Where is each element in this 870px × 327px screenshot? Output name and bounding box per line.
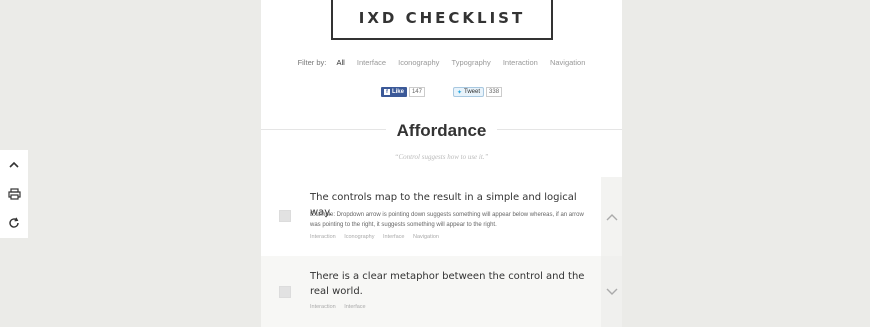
refresh-icon (9, 217, 19, 229)
item-checkbox[interactable] (279, 210, 291, 222)
filter-interface[interactable]: Interface (357, 58, 386, 67)
print-button[interactable] (0, 179, 28, 208)
item-tags: Interaction Iconography Interface Naviga… (310, 234, 446, 240)
expand-toggle[interactable] (601, 256, 622, 327)
reset-button[interactable] (0, 209, 28, 238)
checklist-item[interactable]: The controls map to the result in a simp… (261, 177, 622, 256)
facebook-like-label: Like (391, 89, 404, 95)
item-checkbox[interactable] (279, 286, 291, 298)
logo-text: IXD CHECKLIST (358, 9, 526, 27)
chevron-up-icon (606, 213, 617, 220)
tag[interactable]: Iconography (344, 234, 374, 240)
side-toolbar (0, 150, 28, 238)
collapse-toggle[interactable] (601, 177, 622, 256)
checklist-item[interactable]: There is a clear metaphor between the co… (261, 256, 622, 327)
print-icon (7, 188, 21, 200)
filter-navigation[interactable]: Navigation (550, 58, 585, 67)
filter-bar: Filter by: All Interface Iconography Typ… (261, 58, 622, 67)
checklist-panel: IXD CHECKLIST Filter by: All Interface I… (261, 0, 622, 327)
twitter-share: ✦ Tweet 338 (452, 87, 503, 97)
filter-label: Filter by: (297, 58, 327, 67)
tweet-button[interactable]: ✦ Tweet (452, 87, 485, 97)
item-tags: Interaction Interface (310, 304, 373, 310)
twitter-count: 338 (486, 87, 503, 97)
social-buttons: f Like 147 ✦ Tweet 338 (261, 87, 622, 97)
facebook-icon: f (383, 89, 390, 95)
tag[interactable]: Interaction (310, 234, 336, 240)
tag[interactable]: Interface (383, 234, 404, 240)
filter-interaction[interactable]: Interaction (503, 58, 538, 67)
tweet-label: Tweet (464, 89, 481, 95)
facebook-share: f Like 147 (380, 87, 425, 97)
section-header: Affordance (261, 120, 622, 142)
facebook-count: 147 (408, 87, 425, 97)
chevron-down-icon (606, 288, 617, 295)
section-subtitle: “Control suggests how to use it.” (394, 153, 489, 161)
twitter-icon: ✦ (456, 89, 463, 96)
tag[interactable]: Navigation (413, 234, 439, 240)
chevron-up-icon (9, 161, 19, 168)
item-example: Example: Dropdown arrow is pointing down… (310, 212, 584, 228)
divider (261, 129, 386, 130)
facebook-like-button[interactable]: f Like (380, 87, 407, 97)
filter-all[interactable]: All (336, 58, 344, 67)
item-title: There is a clear metaphor between the co… (310, 271, 585, 297)
logo[interactable]: IXD CHECKLIST (331, 0, 553, 40)
filter-typography[interactable]: Typography (452, 58, 491, 67)
scroll-top-button[interactable] (0, 150, 28, 179)
tag[interactable]: Interaction (310, 304, 336, 310)
tag[interactable]: Interface (344, 304, 365, 310)
section-title: Affordance (396, 121, 487, 140)
divider (497, 129, 622, 130)
filter-iconography[interactable]: Iconography (398, 58, 439, 67)
